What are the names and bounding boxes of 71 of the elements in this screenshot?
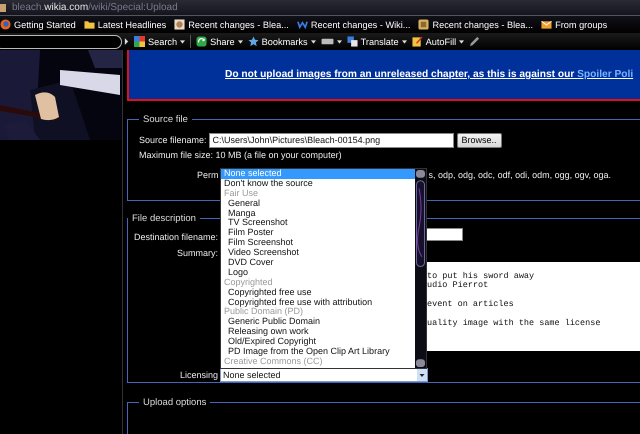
option-group-label: Copyrighted (223, 278, 274, 288)
bookmark-item[interactable]: From groups (541, 19, 608, 30)
caret-icon (238, 40, 243, 44)
toolbar-button[interactable]: Share (196, 36, 243, 47)
bookmark-item[interactable]: Recent changes - Blea... (174, 19, 289, 30)
field-label: Licensing (178, 370, 218, 380)
field-label: Summary: (176, 248, 218, 260)
notepad-icon (412, 36, 423, 47)
keyboard-icon (320, 36, 334, 47)
browse-button[interactable]: Browse.. (456, 132, 502, 148)
dropdown-option[interactable]: General (221, 198, 415, 209)
wave-icon (296, 19, 308, 30)
dropdown-option[interactable]: Generic Public Domain (221, 317, 415, 328)
dropdown-option[interactable]: Video Screenshot (221, 248, 415, 258)
caret-icon (336, 40, 342, 44)
option-group-label: Fair Use (223, 188, 260, 199)
favicon-icon (0, 2, 7, 14)
section-legend: Source file (139, 114, 192, 125)
summary-field[interactable]: to put his sword away udio Pierrot event on articles uality image with the same license (425, 262, 640, 351)
google-icon (134, 36, 145, 47)
page-icon (418, 19, 430, 30)
section-legend: Upload options (139, 396, 210, 408)
star-icon (248, 36, 259, 47)
permitted-text: Perm (197, 170, 219, 180)
envelope-icon (541, 19, 552, 30)
caret-icon (310, 40, 316, 44)
toolbar-button[interactable]: Bookmarks (248, 36, 316, 47)
dropdown-option[interactable]: Copyrighted free use (221, 288, 415, 298)
share-icon (196, 36, 208, 47)
field-label: Source filename: (139, 135, 207, 146)
folder-icon (84, 19, 95, 30)
dropdown-option[interactable]: TV Screenshot (221, 218, 415, 228)
page-icon (174, 19, 186, 30)
dropdown-option[interactable]: Releasing own work (221, 327, 415, 338)
dropdown-option[interactable]: Copyrighted free use with attribution (221, 298, 415, 308)
dropdown-option[interactable]: Manga (221, 208, 415, 218)
bookmark-item[interactable]: Recent changes - Blea... (418, 19, 534, 30)
max-size-text: Maximum file size: 10 MB (a file on your computer) (139, 150, 342, 160)
dropdown-option[interactable]: Film Screenshot (221, 238, 415, 248)
dropdown-option[interactable]: Logo (221, 268, 415, 278)
arrow-icon[interactable] (124, 38, 129, 45)
dropdown-option[interactable]: Don't know the source (221, 178, 415, 189)
dropdown-option[interactable]: DVD Cover (221, 258, 415, 268)
dropdown-option[interactable]: PD Image from the Open Clip Art Library (221, 347, 415, 357)
translate-icon (346, 36, 358, 47)
dropdown-option[interactable]: Old/Expired Copyright (221, 337, 415, 348)
dropdown-option[interactable]: Film Poster (221, 228, 415, 238)
spoiler-policy-link[interactable]: Spoiler Poli (577, 68, 634, 80)
field-label: Destination filename: (132, 232, 218, 242)
filename-field[interactable]: C:\Users\John\Pictures\Bleach-00154.png (208, 132, 454, 148)
globe-icon (0, 19, 11, 30)
option-group-label: Creative Commons (CC) (223, 356, 323, 367)
caret-icon (180, 40, 186, 44)
option-group-label: Public Domain (PD) (223, 307, 304, 318)
search-field[interactable] (0, 34, 122, 48)
caret-icon (459, 40, 464, 44)
caret-icon (402, 40, 407, 44)
bookmark-item[interactable]: Recent changes - Wiki... (296, 19, 410, 30)
permitted-types-text: s, odp, odg, odc, odf, odi, odm, ogg, ogv, oga. (428, 170, 611, 180)
bookmark-item[interactable]: Latest Headlines (84, 19, 166, 30)
pencil-icon[interactable] (469, 36, 480, 47)
toolbar-icon-button[interactable] (320, 36, 342, 47)
toolbar-button[interactable]: AutoFill (412, 36, 464, 47)
bookmark-item[interactable]: Getting Started (0, 19, 76, 30)
scrollbar[interactable] (415, 169, 426, 368)
notice-text: Do not upload images from an unreleased chapter, as this is against our Spoiler Poli (225, 68, 634, 80)
destination-field[interactable] (425, 228, 463, 241)
section-legend: File description (128, 212, 200, 224)
toolbar-button[interactable]: Search (134, 36, 186, 47)
address-field[interactable]: bleach.wikia.com/wiki/Special:Upload (12, 2, 178, 13)
toolbar-button[interactable]: Translate (346, 36, 407, 47)
